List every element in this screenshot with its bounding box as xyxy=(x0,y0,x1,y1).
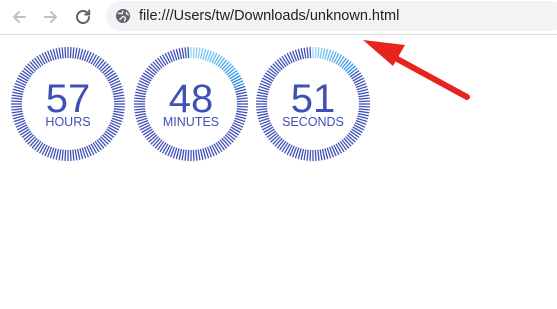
annotation-arrow xyxy=(363,40,470,100)
